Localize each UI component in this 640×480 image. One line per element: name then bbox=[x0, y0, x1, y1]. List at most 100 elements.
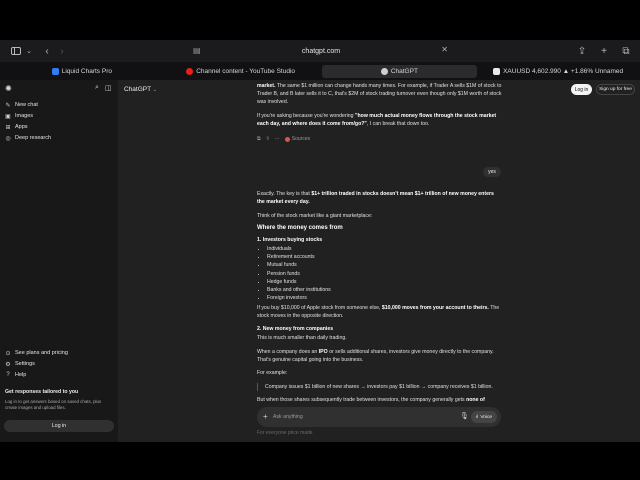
investor-list: Individuals Retirement accounts Mutual f… bbox=[267, 245, 503, 302]
text: If you buy $10,000 of Apple stock from s… bbox=[257, 305, 382, 311]
copy-icon[interactable]: ⧉ bbox=[257, 136, 261, 144]
assistant-paragraph: Think of the stock market like a giant m… bbox=[257, 213, 373, 219]
browser-toolbar: ⌄ ‹ › ▤ chatgpt.com ✕ ⇪ + ⧉ bbox=[0, 40, 640, 62]
gear-icon: ⚙ bbox=[5, 361, 11, 368]
sidebar-item-apps[interactable]: ⊞ Apps bbox=[4, 122, 27, 132]
sidebar-item-images[interactable]: ▣ Images bbox=[4, 111, 33, 121]
assistant-paragraph: If you're asking because you're wonderin… bbox=[257, 112, 503, 128]
new-tab-icon[interactable]: + bbox=[596, 43, 612, 59]
sidebar-item-deep-research[interactable]: ◎ Deep research bbox=[4, 133, 51, 143]
youtube-icon bbox=[186, 67, 194, 75]
message-actions: ⧉ ⇪ ⋯ Sources bbox=[257, 136, 310, 144]
assistant-paragraph: Exactly. The key is that $1+ trillion tr… bbox=[257, 190, 503, 206]
signup-button[interactable]: Sign up for free bbox=[596, 84, 635, 95]
forward-icon[interactable]: › bbox=[54, 43, 70, 59]
tab-youtube-studio[interactable]: Channel content - YouTube Studio bbox=[163, 65, 319, 78]
bold-text: IPO bbox=[318, 349, 328, 355]
list-item: Pension funds bbox=[267, 270, 503, 278]
list-item: Individuals bbox=[267, 245, 503, 253]
more-icon[interactable]: ⋯ bbox=[275, 136, 280, 144]
sidebar-item-label: Help bbox=[15, 372, 27, 378]
login-promo: Get responses tailored to you Log in to … bbox=[5, 389, 113, 412]
research-icon: ◎ bbox=[5, 135, 11, 142]
sidebar-item-label: Settings bbox=[15, 361, 35, 367]
promo-title: Get responses tailored to you bbox=[5, 389, 79, 395]
tradingview-icon bbox=[493, 67, 501, 75]
model-name: ChatGPT bbox=[124, 86, 151, 93]
plans-icon: ⊙ bbox=[5, 350, 11, 357]
voice-label: Voice bbox=[480, 414, 493, 420]
help-icon: ? bbox=[6, 372, 10, 378]
tab-liquid-charts[interactable]: Liquid Charts Pro bbox=[4, 65, 160, 78]
section-heading: Where the money comes from bbox=[257, 225, 343, 231]
sidebar-collapse-icon[interactable]: ◫ bbox=[105, 84, 112, 92]
waveform-icon: ıl bbox=[475, 414, 479, 420]
assistant-paragraph: When a company does an IPO or sells addi… bbox=[257, 348, 503, 364]
tab-label: Liquid Charts Pro bbox=[61, 67, 112, 75]
model-selector[interactable]: ChatGPT ⌄ bbox=[124, 86, 157, 93]
composer: + 🎙 ıl Voice bbox=[257, 407, 501, 427]
bold-text: $10,000 moves from your account to their… bbox=[381, 305, 489, 311]
sidebar-item-settings[interactable]: ⚙ Settings bbox=[4, 359, 35, 369]
assistant-paragraph: But when those shares subsequently trade… bbox=[257, 396, 503, 404]
sidebar: ✺ ⌕ ◫ ✎ New chat ▣ Images ⊞ Apps ◎ Deep … bbox=[0, 80, 118, 442]
sidebar-item-label: Deep research bbox=[15, 135, 52, 141]
back-icon[interactable]: ‹ bbox=[39, 43, 55, 59]
partially-hidden-text: For everyone price made bbox=[257, 430, 313, 436]
text: Company issues $1 billion of new shares … bbox=[265, 384, 493, 390]
list-item: Banks and other institutions bbox=[267, 286, 503, 294]
login-button[interactable]: Log in bbox=[571, 84, 592, 95]
list-item: Mutual funds bbox=[267, 261, 503, 269]
assistant-paragraph: market. The same $1 million can change h… bbox=[257, 82, 503, 106]
prompt-input[interactable] bbox=[273, 412, 453, 422]
text: , I can break that down too. bbox=[366, 121, 430, 128]
tab-label: Channel content - YouTube Studio bbox=[196, 67, 296, 75]
sidebar-item-new-chat[interactable]: ✎ New chat bbox=[4, 100, 38, 110]
openai-logo-icon[interactable]: ✺ bbox=[5, 84, 12, 93]
sidebar-item-plans[interactable]: ⊙ See plans and pricing bbox=[4, 348, 68, 358]
bold-text: 1. Investors buying stocks bbox=[257, 237, 323, 243]
address-bar[interactable]: ▤ chatgpt.com ✕ bbox=[190, 44, 452, 58]
plus-icon[interactable]: + bbox=[263, 412, 268, 422]
chevron-down-icon: ⌄ bbox=[152, 87, 157, 93]
list-item: Foreign investors bbox=[267, 294, 503, 302]
chatgpt-icon bbox=[380, 67, 388, 75]
assistant-paragraph: This is much smaller than daily trading. bbox=[257, 335, 347, 341]
letterbox-top bbox=[0, 0, 640, 40]
tabs-overview-icon[interactable]: ⧉ bbox=[618, 43, 634, 59]
tab-label: ChatGPT bbox=[390, 67, 418, 75]
voice-button[interactable]: ıl Voice bbox=[471, 411, 497, 423]
source-icon bbox=[284, 137, 290, 143]
share-icon[interactable]: ⇪ bbox=[574, 43, 590, 59]
close-icon[interactable]: ✕ bbox=[441, 45, 448, 54]
text: Exactly. The key is that bbox=[257, 191, 312, 197]
search-icon[interactable]: ⌕ bbox=[95, 84, 99, 92]
reader-icon[interactable]: ▤ bbox=[193, 46, 203, 56]
url-text: chatgpt.com bbox=[301, 47, 341, 55]
chevron-down-icon[interactable]: ⌄ bbox=[21, 43, 37, 59]
sidebar-item-label: New chat bbox=[15, 102, 38, 108]
subheading: 2. New money from companies bbox=[257, 325, 503, 333]
share-icon[interactable]: ⇪ bbox=[266, 136, 270, 144]
microphone-icon[interactable]: 🎙 bbox=[460, 412, 469, 420]
assistant-paragraph: If you buy $10,000 of Apple stock from s… bbox=[257, 304, 503, 320]
sources-label: Sources bbox=[291, 136, 311, 142]
tab-chatgpt[interactable]: ChatGPT bbox=[321, 64, 478, 78]
bold-text: market. bbox=[257, 83, 276, 89]
chatgpt-app: ✺ ⌕ ◫ ✎ New chat ▣ Images ⊞ Apps ◎ Deep … bbox=[0, 80, 640, 442]
user-message-text: yes bbox=[488, 169, 496, 175]
text: If you're asking because you're wonderin… bbox=[257, 113, 356, 119]
user-message-bubble: yes bbox=[483, 167, 501, 177]
promo-text: Log in to get answers based on saved cha… bbox=[5, 399, 102, 411]
sidebar-item-help[interactable]: ? Help bbox=[4, 370, 26, 380]
sidebar-login-button[interactable]: Log in bbox=[4, 420, 114, 432]
bold-text: 2. New money from companies bbox=[257, 326, 334, 332]
sidebar-item-label: Images bbox=[15, 113, 34, 119]
liquid-charts-icon bbox=[51, 67, 59, 75]
toolbar-right: ⇪ + ⧉ bbox=[574, 43, 634, 59]
text: The same $1 million can change hands man… bbox=[257, 83, 502, 106]
tab-label: XAUUSD 4,602.990 ▲ +1.86% Unnamed bbox=[503, 67, 624, 75]
tab-xauusd[interactable]: XAUUSD 4,602.990 ▲ +1.86% Unnamed bbox=[480, 65, 636, 78]
sources-button[interactable]: Sources bbox=[284, 136, 311, 144]
sidebar-item-label: See plans and pricing bbox=[15, 350, 68, 356]
